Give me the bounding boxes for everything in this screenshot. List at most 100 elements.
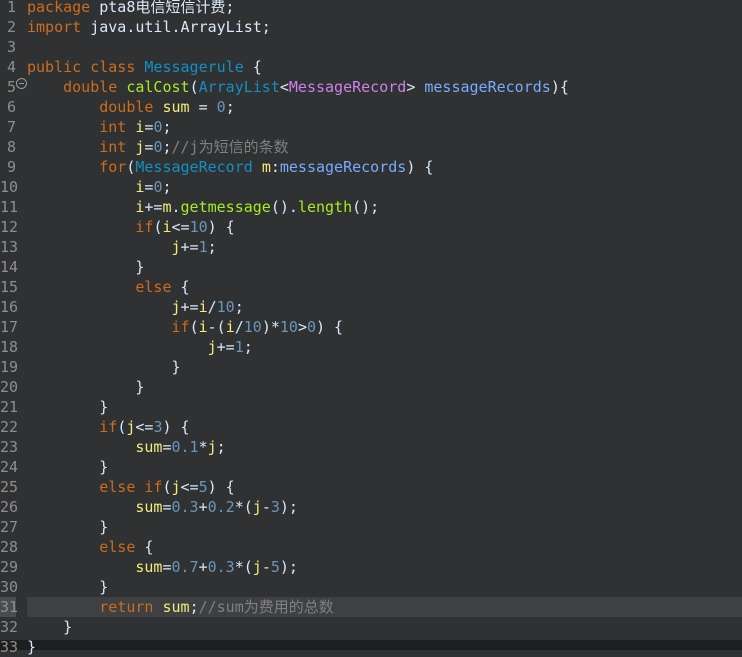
code-line[interactable]: double sum = 0;	[27, 97, 234, 117]
line-number[interactable]: 9	[0, 157, 16, 177]
code-token: -	[261, 558, 271, 576]
code-line[interactable]: }	[27, 637, 36, 657]
code-line[interactable]: }	[27, 457, 108, 477]
code-token: MessageRecord	[135, 158, 253, 176]
code-line[interactable]: if(i-(i/10)*10>0) {	[27, 317, 344, 337]
code-token: pta8电信短信计费;	[90, 0, 235, 16]
code-token: 10	[279, 318, 298, 336]
code-line[interactable]: int j=0;//j为短信的条数	[27, 137, 288, 157]
code-line[interactable]: }	[27, 257, 144, 277]
line-number[interactable]: 5	[0, 77, 16, 97]
line-number[interactable]: 10	[0, 177, 18, 197]
code-line[interactable]: i=0;	[27, 177, 171, 197]
code-line[interactable]: int i=0;	[27, 117, 171, 137]
code-line[interactable]: }	[27, 617, 72, 637]
code-token: else	[99, 478, 136, 496]
line-number[interactable]: 12	[0, 217, 18, 237]
line-number[interactable]: 11	[0, 197, 18, 217]
line-number[interactable]: 30	[0, 577, 18, 597]
code-line[interactable]: else if(j<=5) {	[27, 477, 234, 497]
line-number[interactable]: 21	[0, 397, 18, 417]
code-token: MessageRecord	[288, 78, 407, 96]
code-line[interactable]: }	[27, 577, 108, 597]
code-line[interactable]: }	[27, 357, 180, 377]
code-line[interactable]: else {	[27, 537, 153, 557]
code-line[interactable]: }	[27, 517, 108, 537]
line-number[interactable]: 33	[0, 637, 18, 657]
line-number[interactable]: 25	[0, 477, 18, 497]
code-token: length	[297, 198, 353, 216]
code-line[interactable]: package pta8电信短信计费;	[27, 0, 234, 17]
code-line[interactable]: }	[27, 377, 144, 397]
line-number[interactable]: 26	[0, 497, 18, 517]
code-token: import	[27, 18, 82, 36]
line-number[interactable]: 28	[0, 537, 18, 557]
code-token: ;	[162, 138, 172, 156]
line-number[interactable]: 23	[0, 437, 18, 457]
code-line[interactable]: sum=0.7+0.3*(j-5);	[27, 557, 298, 577]
code-token: 0	[306, 318, 316, 336]
code-line[interactable]: else {	[27, 277, 189, 297]
line-number[interactable]: 16	[0, 297, 18, 317]
code-token: messageRecords	[424, 78, 551, 96]
code-token: if	[144, 478, 163, 496]
line-number[interactable]: 31	[0, 597, 18, 617]
line-number[interactable]: 13	[0, 237, 18, 257]
line-number[interactable]: 15	[0, 277, 18, 297]
code-line[interactable]: import java.util.ArrayList;	[27, 17, 271, 37]
line-number[interactable]: 14	[0, 257, 18, 277]
code-line[interactable]: double calCost(ArrayList<MessageRecord> …	[27, 77, 569, 97]
line-number[interactable]: 1	[0, 0, 16, 17]
code-token: <	[279, 78, 289, 96]
line-number[interactable]: 24	[0, 457, 18, 477]
code-line[interactable]: j+=1;	[27, 237, 217, 257]
line-number[interactable]: 17	[0, 317, 18, 337]
code-token: java.util.ArrayList;	[81, 18, 271, 36]
code-line[interactable]: j+=i/10;	[27, 297, 244, 317]
code-token: sum	[135, 438, 163, 456]
line-number[interactable]: 4	[0, 57, 16, 77]
code-token: }	[27, 398, 109, 416]
code-token: double	[99, 98, 154, 116]
line-number[interactable]: 19	[0, 357, 18, 377]
code-line[interactable]: public class Messagerule {	[27, 57, 262, 77]
line-number[interactable]: 6	[0, 97, 16, 117]
code-token: j	[171, 238, 181, 256]
code-line[interactable]: for(MessageRecord m:messageRecords) {	[27, 157, 433, 177]
code-token: return	[99, 598, 154, 616]
code-token: 0.1	[171, 438, 199, 456]
fold-toggle-icon[interactable]	[16, 78, 27, 89]
line-number[interactable]: 8	[0, 137, 16, 157]
code-line[interactable]: }	[27, 397, 108, 417]
line-number[interactable]: 32	[0, 617, 18, 637]
code-line[interactable]: j+=1;	[27, 337, 253, 357]
line-number[interactable]: 20	[0, 377, 18, 397]
line-number[interactable]: 22	[0, 417, 18, 437]
line-number[interactable]: 27	[0, 517, 18, 537]
code-editor[interactable]: 1 package pta8电信短信计费; 2 import java.util.Ar…	[0, 0, 742, 656]
code-line[interactable]: if(i<=10) {	[27, 217, 234, 237]
line-number[interactable]: 7	[0, 117, 16, 137]
line-number[interactable]: 29	[0, 557, 18, 577]
code-line[interactable]: return sum;//sum为费用的总数	[27, 597, 334, 617]
line-number[interactable]: 18	[0, 337, 18, 357]
code-line[interactable]: sum=0.3+0.2*(j-3);	[27, 497, 298, 517]
line-number[interactable]: 2	[0, 17, 16, 37]
code-token: 1	[234, 338, 244, 356]
code-line[interactable]: i+=m.getmessage().length();	[27, 197, 379, 217]
code-line[interactable]: sum=0.1*j;	[27, 437, 225, 457]
code-token: +=	[180, 298, 199, 316]
line-number[interactable]: 3	[0, 37, 16, 57]
code-token: 10	[243, 318, 262, 336]
code-token: {	[243, 58, 262, 76]
code-line[interactable]: if(j<=3) {	[27, 417, 189, 437]
